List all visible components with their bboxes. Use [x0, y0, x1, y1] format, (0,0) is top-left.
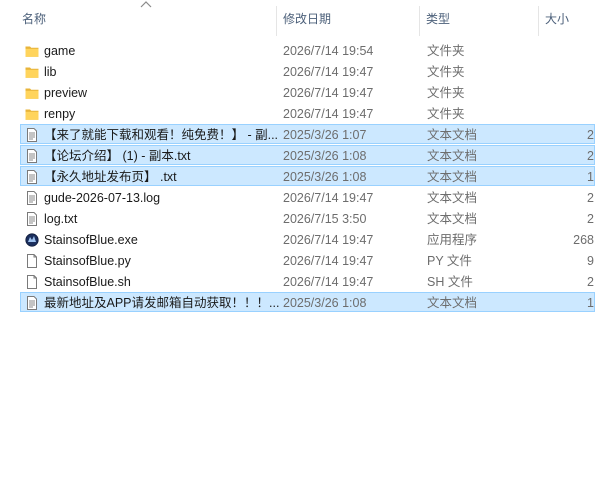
file-type: 文件夹 — [427, 65, 465, 79]
text-file-icon — [25, 296, 39, 310]
file-row[interactable]: game 2026/7/14 19:54 文件夹 — [20, 40, 595, 60]
file-row[interactable]: log.txt 2026/7/15 3:50 文本文档 2 — [20, 208, 595, 228]
file-type: 文件夹 — [427, 44, 465, 58]
file-type: PY 文件 — [427, 254, 472, 268]
file-name: game — [44, 44, 76, 58]
file-row[interactable]: preview 2026/7/14 19:47 文件夹 — [20, 82, 595, 102]
folder-icon — [25, 107, 39, 121]
file-modified-date: 2026/7/14 19:47 — [283, 275, 374, 289]
file-size: 1 — [587, 170, 594, 184]
file-type: 文本文档 — [427, 296, 478, 310]
file-name: 最新地址及APP请发邮箱自动获取！！！... — [44, 296, 280, 310]
column-header-size-label: 大小 — [545, 12, 570, 26]
file-modified-date: 2025/3/26 1:08 — [283, 170, 367, 184]
column-header-bar: 名称 修改日期 类型 大小 — [0, 0, 599, 38]
file-row[interactable]: StainsofBlue.sh 2026/7/14 19:47 SH 文件 2 — [20, 271, 595, 291]
file-type: 文本文档 — [427, 170, 478, 184]
file-type: 文本文档 — [427, 212, 478, 226]
blank-file-icon — [25, 275, 39, 289]
folder-icon — [25, 86, 39, 100]
file-name: 【论坛介绍】 (1) - 副本.txt — [44, 149, 191, 163]
file-size: 1 — [587, 296, 594, 310]
file-name: log.txt — [44, 212, 78, 226]
text-file-icon — [25, 191, 39, 205]
column-header-type-label: 类型 — [426, 12, 451, 26]
file-size — [541, 62, 594, 82]
file-type: 文本文档 — [427, 149, 478, 163]
file-size: 2 — [587, 275, 594, 289]
file-row[interactable]: StainsofBlue.py 2026/7/14 19:47 PY 文件 9 — [20, 250, 595, 270]
text-file-icon — [25, 128, 39, 142]
column-header-size[interactable]: 大小 — [539, 0, 599, 38]
file-row[interactable]: 【论坛介绍】 (1) - 副本.txt 2025/3/26 1:08 文本文档 2 — [20, 145, 595, 165]
file-size: 9 — [587, 254, 594, 268]
file-modified-date: 2025/3/26 1:08 — [283, 296, 367, 310]
folder-icon — [25, 65, 39, 79]
file-name: StainsofBlue.sh — [44, 275, 131, 289]
file-modified-date: 2025/3/26 1:07 — [283, 128, 367, 142]
file-size: 268 — [573, 233, 594, 247]
file-modified-date: 2026/7/14 19:47 — [283, 107, 374, 121]
file-modified-date: 2026/7/14 19:47 — [283, 86, 374, 100]
file-size — [541, 104, 594, 124]
file-name: lib — [44, 65, 57, 79]
sort-ascending-icon — [140, 0, 152, 10]
file-row[interactable]: 【来了就能下载和观看！纯免费！】 - 副... 2025/3/26 1:07 文本文… — [20, 124, 595, 144]
file-name: preview — [44, 86, 88, 100]
column-header-date[interactable]: 修改日期 — [277, 0, 419, 38]
folder-icon — [25, 44, 39, 58]
file-modified-date: 2026/7/14 19:47 — [283, 191, 374, 205]
column-header-name-label: 名称 — [22, 12, 47, 26]
file-row[interactable]: 最新地址及APP请发邮箱自动获取！！！... 2025/3/26 1:08 文本文档… — [20, 292, 595, 312]
text-file-icon — [25, 212, 39, 226]
file-name: StainsofBlue.exe — [44, 233, 138, 247]
file-row[interactable]: renpy 2026/7/14 19:47 文件夹 — [20, 103, 595, 123]
file-type: 文本文档 — [427, 128, 478, 142]
file-size: 2 — [587, 191, 594, 205]
file-row[interactable]: gude-2026-07-13.log 2026/7/14 19:47 文本文档 2 — [20, 187, 595, 207]
file-size — [541, 41, 594, 61]
file-size: 2 — [587, 149, 594, 163]
text-file-icon — [25, 170, 39, 184]
file-name: 【来了就能下载和观看！纯免费！】 - 副... — [44, 128, 279, 142]
file-modified-date: 2025/3/26 1:08 — [283, 149, 367, 163]
file-modified-date: 2026/7/14 19:47 — [283, 254, 374, 268]
file-modified-date: 2026/7/14 19:54 — [283, 44, 374, 58]
file-modified-date: 2026/7/15 3:50 — [283, 212, 367, 226]
column-header-date-label: 修改日期 — [283, 12, 332, 26]
blank-file-icon — [25, 254, 39, 268]
file-name: StainsofBlue.py — [44, 254, 131, 268]
file-row[interactable]: 【永久地址发布页】 .txt 2025/3/26 1:08 文本文档 1 — [20, 166, 595, 186]
column-header-type[interactable]: 类型 — [420, 0, 538, 38]
file-modified-date: 2026/7/14 19:47 — [283, 233, 374, 247]
file-type: SH 文件 — [427, 275, 473, 289]
app-icon — [25, 233, 39, 247]
file-name: gude-2026-07-13.log — [44, 191, 161, 205]
file-type: 文本文档 — [427, 191, 478, 205]
file-type: 应用程序 — [427, 233, 478, 247]
file-size: 2 — [587, 128, 594, 142]
text-file-icon — [25, 149, 39, 163]
file-name: renpy — [44, 107, 76, 121]
file-name: 【永久地址发布页】 .txt — [44, 170, 177, 184]
file-size: 2 — [587, 212, 594, 226]
file-type: 文件夹 — [427, 86, 465, 100]
file-modified-date: 2026/7/14 19:47 — [283, 65, 374, 79]
file-row[interactable]: StainsofBlue.exe 2026/7/14 19:47 应用程序 268 — [20, 229, 595, 249]
file-size — [541, 83, 594, 103]
file-type: 文件夹 — [427, 107, 465, 121]
file-row[interactable]: lib 2026/7/14 19:47 文件夹 — [20, 61, 595, 81]
